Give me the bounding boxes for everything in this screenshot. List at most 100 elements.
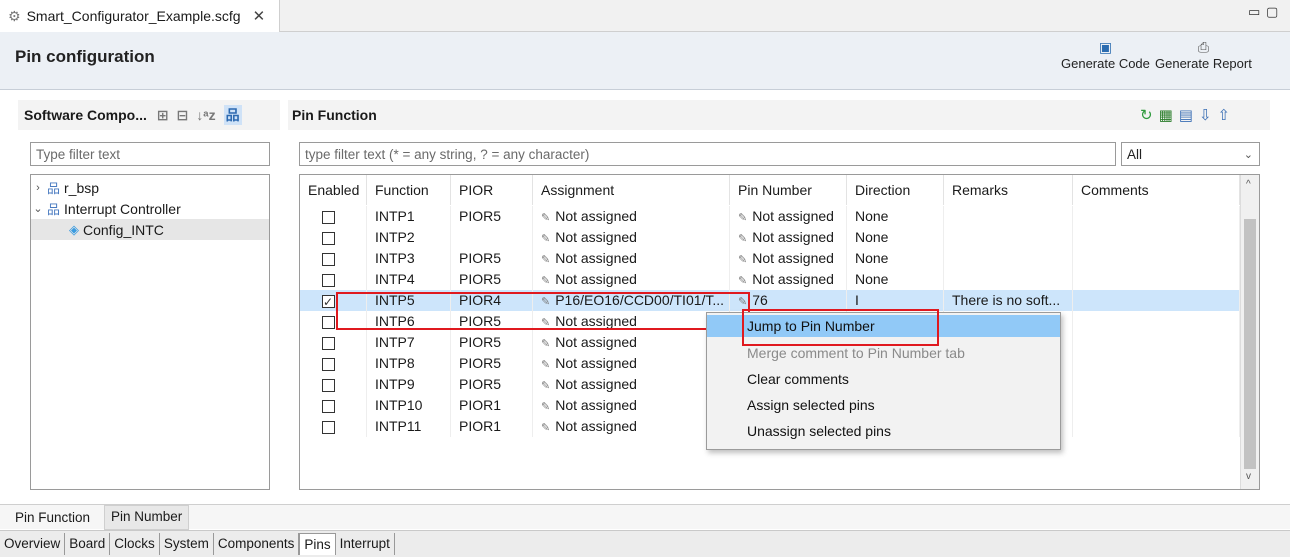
- close-icon[interactable]: ✕: [253, 7, 266, 25]
- column-header[interactable]: Comments: [1073, 175, 1240, 205]
- tab-pin-function[interactable]: Pin Function: [15, 510, 90, 525]
- enabled-checkbox[interactable]: [322, 315, 335, 329]
- tab-system[interactable]: System: [160, 533, 214, 555]
- column-header[interactable]: Remarks: [944, 175, 1073, 205]
- enabled-checkbox[interactable]: [322, 357, 335, 371]
- function-cell-text: INTP7: [375, 334, 415, 350]
- table-row[interactable]: INTP2 ✎ Not assigned ✎ Not assigned None: [300, 227, 1240, 248]
- sort-icon[interactable]: ↓ᵃz: [196, 107, 215, 123]
- pencil-icon: ✎: [541, 359, 551, 371]
- menu-item-assign-selected-pins[interactable]: Assign selected pins: [707, 394, 1060, 416]
- column-header[interactable]: Enabled: [300, 175, 367, 205]
- function-cell-text: INTP2: [375, 229, 415, 245]
- import-icon[interactable]: ⇩: [1199, 106, 1212, 124]
- pencil-icon: ✎: [738, 212, 748, 224]
- enabled-cell: [300, 353, 367, 374]
- pin-number-cell: ✎ Not assigned: [730, 206, 847, 227]
- column-header[interactable]: Direction: [847, 175, 944, 205]
- main-tab-bar: Overview Board Clocks System Components …: [0, 530, 1290, 557]
- assignment-cell: ✎ Not assigned: [533, 374, 730, 395]
- scrollbar-thumb[interactable]: [1244, 219, 1256, 469]
- enabled-checkbox[interactable]: [322, 292, 335, 311]
- enabled-checkbox[interactable]: [322, 399, 335, 413]
- chevron-right-icon[interactable]: ›: [31, 182, 45, 194]
- tab-pin-number[interactable]: Pin Number: [104, 505, 190, 530]
- generate-code-button[interactable]: ▣ Generate Code: [1061, 38, 1150, 71]
- table-row[interactable]: INTP3 PIOR5 ✎ Not assigned ✎ Not assigned None: [300, 248, 1240, 269]
- assignment-cell-text: Not assigned: [555, 334, 637, 350]
- maximize-icon[interactable]: ▢: [1266, 4, 1278, 20]
- software-components-bar: Software Compo... ⊞ ⊟ ↓ᵃz 品: [18, 100, 280, 130]
- column-header[interactable]: PIOR: [451, 175, 533, 205]
- enabled-checkbox[interactable]: [322, 420, 335, 434]
- table-row[interactable]: INTP1 PIOR5 ✎ Not assigned ✎ Not assigned None: [300, 206, 1240, 227]
- direction-cell-text: None: [855, 271, 889, 287]
- generate-report-button[interactable]: ⎙ Generate Report: [1155, 38, 1252, 71]
- pencil-icon: ✎: [738, 233, 748, 245]
- tab-overview[interactable]: Overview: [0, 533, 66, 555]
- tree-item-interrupt-controller[interactable]: ⌄ 品 Interrupt Controller: [31, 198, 269, 219]
- direction-cell: None: [847, 248, 944, 269]
- component-filter-input[interactable]: Type filter text: [30, 142, 270, 166]
- editor-tab[interactable]: ⚙ Smart_Configurator_Example.scfg ✕: [0, 0, 280, 32]
- tab-interrupt[interactable]: Interrupt: [336, 533, 395, 555]
- enabled-cell: [300, 374, 367, 395]
- enabled-checkbox[interactable]: [322, 231, 335, 245]
- tab-clocks[interactable]: Clocks: [110, 533, 160, 555]
- tree-item-label: Config_INTC: [83, 221, 164, 238]
- enabled-checkbox[interactable]: [322, 210, 335, 224]
- column-header[interactable]: Assignment: [533, 175, 730, 205]
- assignment-cell: ✎ Not assigned: [533, 248, 730, 269]
- component-icon: 品: [47, 181, 61, 196]
- tree-item-config-intc[interactable]: ◈ Config_INTC: [31, 219, 269, 240]
- sub-tab-bar: Pin Function Pin Number: [0, 504, 1290, 530]
- scroll-down-icon[interactable]: v: [1246, 471, 1251, 482]
- generate-code-label: Generate Code: [1061, 56, 1150, 71]
- enabled-checkbox[interactable]: [322, 336, 335, 350]
- minimize-icon[interactable]: ▭: [1248, 4, 1260, 20]
- pin-filter-input[interactable]: type filter text (* = any string, ? = an…: [299, 142, 1116, 166]
- hierarchy-icon[interactable]: 品: [223, 105, 242, 125]
- menu-item-clear-comments[interactable]: Clear comments: [707, 368, 1060, 390]
- pior-cell-text: PIOR5: [459, 250, 502, 266]
- expand-all-icon[interactable]: ⊞: [157, 107, 169, 124]
- component-icon: 品: [47, 202, 61, 217]
- comments-cell: [1073, 311, 1240, 332]
- grid-icon[interactable]: ▦: [1159, 106, 1173, 124]
- refresh-icon[interactable]: ↻: [1140, 106, 1153, 124]
- tree-item-r-bsp[interactable]: › 品 r_bsp: [31, 177, 269, 198]
- assignment-cell-text: Not assigned: [555, 355, 637, 371]
- collapse-all-icon[interactable]: ⊟: [177, 107, 189, 124]
- menu-item-unassign-selected-pins[interactable]: Unassign selected pins: [707, 420, 1060, 442]
- tree-item-label: Interrupt Controller: [64, 200, 181, 217]
- enabled-checkbox[interactable]: [322, 273, 335, 287]
- comments-cell: [1073, 290, 1240, 311]
- export-icon[interactable]: ⇧: [1218, 106, 1231, 124]
- vertical-scrollbar[interactable]: ^ v: [1240, 175, 1259, 489]
- component-tree[interactable]: › 品 r_bsp ⌄ 品 Interrupt Controller ◈ Con…: [30, 174, 270, 490]
- table-row[interactable]: INTP4 PIOR5 ✎ Not assigned ✎ Not assigned None: [300, 269, 1240, 290]
- assignment-cell: ✎ Not assigned: [533, 353, 730, 374]
- pin-number-cell-text: Not assigned: [752, 208, 834, 224]
- column-header[interactable]: Function: [367, 175, 451, 205]
- function-cell: INTP8: [367, 353, 451, 374]
- pencil-icon: ✎: [541, 254, 551, 266]
- scroll-up-icon[interactable]: ^: [1246, 179, 1251, 190]
- editor-tab-title: Smart_Configurator_Example.scfg: [26, 8, 241, 24]
- comments-cell: [1073, 353, 1240, 374]
- enabled-checkbox[interactable]: [322, 378, 335, 392]
- save-icon[interactable]: ▤: [1179, 106, 1193, 124]
- pior-cell: PIOR5: [451, 374, 533, 395]
- tab-pins[interactable]: Pins: [299, 533, 336, 555]
- highlight-box-menu-item: [742, 309, 939, 346]
- column-header[interactable]: Pin Number: [730, 175, 847, 205]
- filter-select[interactable]: All ⌄: [1121, 142, 1260, 166]
- filter-select-value: All: [1127, 146, 1143, 162]
- enabled-checkbox[interactable]: [322, 252, 335, 266]
- tab-components[interactable]: Components: [214, 533, 300, 555]
- chevron-down-icon[interactable]: ⌄: [31, 202, 45, 215]
- table-header: Enabled Function PIOR Assignment Pin Num…: [300, 175, 1240, 205]
- function-cell: INTP1: [367, 206, 451, 227]
- tab-board[interactable]: Board: [65, 533, 111, 555]
- pior-cell: PIOR5: [451, 332, 533, 353]
